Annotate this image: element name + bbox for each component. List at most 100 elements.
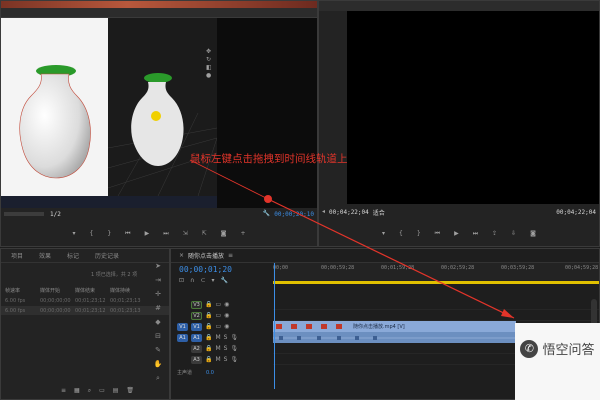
source-tab-bar[interactable]	[1, 8, 317, 18]
light-icon[interactable]: ●	[206, 72, 211, 80]
mute-icon[interactable]: M	[215, 334, 220, 342]
source-patch[interactable]: A1	[177, 333, 188, 342]
program-fit[interactable]: 适合	[373, 208, 385, 217]
track-lane-v2[interactable]	[273, 310, 599, 321]
list-view-icon[interactable]: ≡	[61, 387, 66, 395]
sync-icon[interactable]: ▭	[215, 323, 221, 331]
sync-icon[interactable]: ▭	[215, 301, 221, 309]
program-tab-bar[interactable]	[319, 1, 599, 11]
program-timecode[interactable]: 00;04;22;04	[329, 209, 369, 216]
search-icon[interactable]: ⌕	[88, 387, 91, 395]
selection-tool-icon[interactable]: ➤	[155, 262, 161, 270]
settings-icon[interactable]: 🔧	[220, 277, 227, 285]
mark-in-bracket-icon[interactable]: {	[399, 230, 403, 238]
mark-in-bracket-icon[interactable]: {	[90, 230, 94, 238]
timeline-timecode[interactable]: 00;00;01;20	[179, 265, 232, 274]
lock-icon[interactable]: 🔒	[205, 301, 212, 309]
source-zoom[interactable]: 1/2	[50, 211, 61, 218]
menu-icon[interactable]: ≡	[228, 252, 233, 260]
step-back-icon[interactable]: ⏮	[125, 230, 130, 238]
play-icon[interactable]: ▶	[145, 230, 150, 238]
col-media-start[interactable]: 媒体开始	[36, 287, 71, 294]
mark-out-bracket-icon[interactable]: }	[107, 230, 111, 238]
scale-icon[interactable]: ◧	[206, 64, 212, 72]
source-timecode[interactable]: 00;00;20;10	[274, 211, 314, 218]
lock-icon[interactable]: 🔒	[205, 356, 212, 364]
time-ruler[interactable]: 00;00 00;00;59;28 00;01;59;28 00;02;59;2…	[273, 263, 599, 281]
timeline-playhead[interactable]	[274, 263, 275, 389]
ripple-edit-icon[interactable]: ✛	[155, 290, 161, 298]
mark-out-bracket-icon[interactable]: }	[417, 230, 421, 238]
camera-icon[interactable]: ◙	[221, 230, 227, 238]
close-icon[interactable]: ×	[179, 252, 184, 260]
extract-icon[interactable]: ⇩	[511, 230, 516, 238]
mute-icon[interactable]: M	[215, 345, 220, 353]
tab-project[interactable]: 项目	[11, 251, 23, 260]
step-forward-icon[interactable]: ⏭	[473, 230, 478, 238]
mic-icon[interactable]: 🎙	[230, 334, 238, 342]
mark-in-icon[interactable]: ▾	[72, 230, 75, 238]
mark-in-icon[interactable]: ▾	[382, 230, 385, 238]
new-item-icon[interactable]: ▤	[113, 387, 119, 395]
zoom-tool-icon[interactable]: ⌕	[156, 374, 160, 382]
solo-icon[interactable]: S	[224, 356, 228, 364]
mic-icon[interactable]: 🎙	[230, 345, 238, 353]
razor-tool-icon[interactable]: ◆	[155, 318, 160, 326]
audio-clip[interactable]	[273, 332, 516, 343]
col-media-end[interactable]: 媒体结束	[71, 287, 106, 294]
step-back-icon[interactable]: ⏮	[435, 230, 440, 238]
project-row[interactable]: 6.00 fps 00;00;00;00 00;01;23;12 00;01;2…	[1, 306, 169, 315]
source-patch[interactable]: V1	[177, 322, 188, 331]
overwrite-icon[interactable]: ⇱	[202, 230, 207, 238]
mute-icon[interactable]: M	[215, 356, 220, 364]
tab-history[interactable]: 历史记录	[95, 251, 119, 260]
track-target[interactable]: V1	[191, 322, 202, 331]
lock-icon[interactable]: 🔒	[205, 312, 212, 320]
tab-effects[interactable]: 效果	[39, 251, 51, 260]
tab-markers[interactable]: 标记	[67, 251, 79, 260]
track-target[interactable]: A2	[191, 344, 202, 353]
col-media-duration[interactable]: 媒体持续	[106, 287, 141, 294]
linked-icon[interactable]: ⊂	[200, 277, 205, 285]
nest-icon[interactable]: ⊡	[179, 277, 184, 285]
solo-icon[interactable]: S	[224, 345, 228, 353]
lock-icon[interactable]: 🔒	[205, 323, 212, 331]
snap-icon[interactable]: ∩	[190, 277, 194, 285]
add-marker-icon[interactable]: ▾	[211, 277, 214, 285]
col-frame-rate[interactable]: 帧速率	[1, 287, 36, 294]
mic-icon[interactable]: 🎙	[230, 356, 238, 364]
add-icon[interactable]: +	[240, 230, 245, 238]
hand-tool-icon[interactable]: ✋	[154, 360, 163, 368]
eye-icon[interactable]: ◉	[224, 312, 229, 320]
eye-icon[interactable]: ◉	[224, 301, 229, 309]
sync-icon[interactable]: ▭	[215, 312, 221, 320]
master-value[interactable]: 0.0	[206, 370, 214, 376]
eye-icon[interactable]: ◉	[224, 323, 229, 331]
track-select-icon[interactable]: ⇥	[155, 276, 161, 284]
solo-icon[interactable]: S	[224, 334, 228, 342]
play-icon[interactable]: ▶	[454, 230, 459, 238]
work-area-bar[interactable]	[273, 281, 599, 284]
insert-icon[interactable]: ⇲	[183, 230, 188, 238]
icon-view-icon[interactable]: ▦	[74, 387, 80, 395]
track-lane-v3[interactable]	[273, 299, 599, 310]
track-target[interactable]: V3	[191, 300, 202, 309]
lock-icon[interactable]: 🔒	[205, 345, 212, 353]
step-forward-icon[interactable]: ⏭	[163, 230, 168, 238]
camera-icon[interactable]: ◙	[530, 230, 536, 238]
track-target[interactable]: A1	[191, 333, 202, 342]
track-target[interactable]: A3	[191, 355, 202, 364]
new-bin-icon[interactable]: ▭	[99, 387, 105, 395]
source-scrub-bar[interactable]	[4, 212, 44, 216]
program-marker-icon[interactable]: ◂	[322, 208, 325, 216]
wrench-icon[interactable]: 🔧	[263, 210, 270, 218]
track-target[interactable]: V2	[191, 311, 202, 320]
sequence-tab[interactable]: 随你点击播放	[188, 251, 224, 260]
rotate-icon[interactable]: ↻	[206, 56, 211, 64]
rolling-edit-icon[interactable]: #	[155, 304, 161, 312]
slip-tool-icon[interactable]: ⊟	[155, 332, 161, 340]
lift-icon[interactable]: ⇪	[492, 230, 497, 238]
project-row[interactable]: 6.00 fps 00;00;00;00 00;01;23;12 00;01;2…	[1, 296, 169, 305]
lock-icon[interactable]: 🔒	[205, 334, 212, 342]
move-icon[interactable]: ✥	[206, 48, 211, 56]
